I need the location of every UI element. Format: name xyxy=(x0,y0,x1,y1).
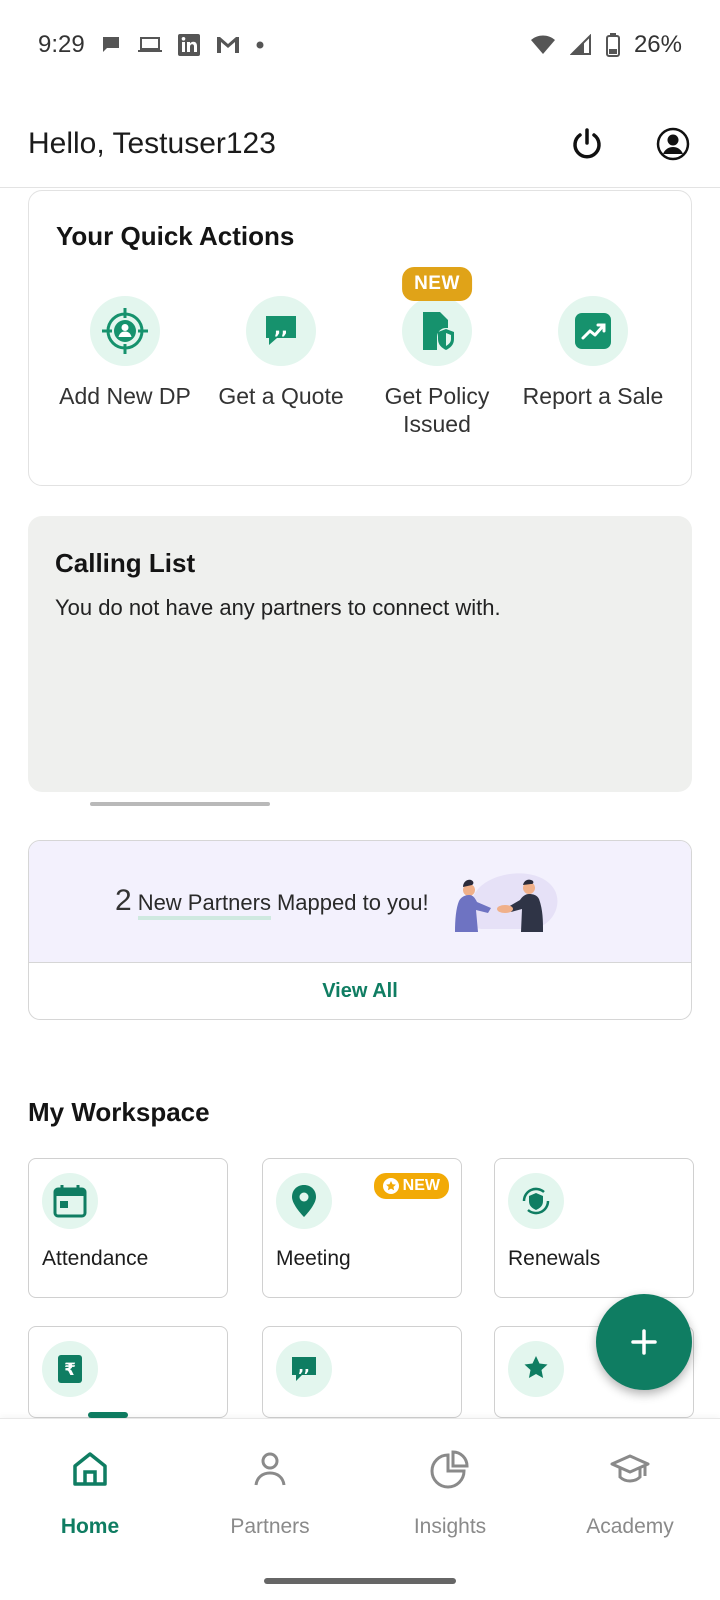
profile-button[interactable] xyxy=(654,125,692,163)
quick-action-label: Get a Quote xyxy=(218,383,344,409)
person-icon xyxy=(254,1452,286,1486)
quote-bubble-icon: ,, xyxy=(246,296,316,366)
calling-list-card: Calling List You do not have any partner… xyxy=(28,516,692,792)
location-pin-icon xyxy=(276,1173,332,1229)
workspace-tile-renewals[interactable]: Renewals xyxy=(494,1158,694,1298)
view-all-button[interactable]: View All xyxy=(29,963,691,1019)
nav-item-academy[interactable]: Academy xyxy=(540,1419,720,1600)
new-partners-card: 2 New Partners Mapped to you! View All xyxy=(28,840,692,1020)
svg-text:₹: ₹ xyxy=(64,1360,76,1380)
signal-icon xyxy=(569,34,592,56)
add-fab-button[interactable] xyxy=(596,1294,692,1390)
notification-dot-icon xyxy=(255,40,265,50)
nav-item-partners[interactable]: Partners xyxy=(180,1419,360,1600)
chat-icon xyxy=(99,33,123,57)
power-button[interactable] xyxy=(568,125,606,163)
new-partners-text: 2 New Partners Mapped to you! xyxy=(115,884,429,920)
new-badge-label: NEW xyxy=(402,1177,440,1194)
header-actions xyxy=(568,125,692,163)
quote-bubble-icon: ,, xyxy=(276,1341,332,1397)
workspace-title: My Workspace xyxy=(28,1097,210,1127)
quick-action-report-a-sale[interactable]: Report a Sale xyxy=(515,296,671,438)
workspace-tile-label: Attendance xyxy=(42,1247,149,1270)
trending-up-icon xyxy=(558,296,628,366)
power-icon xyxy=(573,127,601,158)
workspace-tile-claims[interactable]: ₹ xyxy=(28,1326,228,1418)
wifi-icon xyxy=(530,34,556,56)
workspace-tile-label: Renewals xyxy=(508,1247,601,1270)
svg-text:,,: ,, xyxy=(298,1358,309,1376)
workspace-tile-label: Meeting xyxy=(276,1247,351,1270)
new-partners-banner[interactable]: 2 New Partners Mapped to you! xyxy=(29,841,691,963)
target-user-icon xyxy=(90,296,160,366)
account-circle-icon xyxy=(656,127,690,160)
star-icon xyxy=(382,1178,399,1194)
nav-label: Academy xyxy=(586,1515,674,1538)
renew-shield-icon xyxy=(508,1173,564,1229)
svg-text:,,: ,, xyxy=(274,318,288,339)
new-partners-count: 2 xyxy=(115,883,132,917)
quick-actions-title: Your Quick Actions xyxy=(56,221,295,251)
gmail-icon xyxy=(215,34,241,56)
carousel-scroll-indicator xyxy=(90,802,270,806)
graduation-cap-icon xyxy=(610,1454,650,1483)
home-icon xyxy=(73,1452,107,1486)
nav-label: Partners xyxy=(230,1515,310,1538)
laptop-icon xyxy=(137,34,163,56)
calendar-icon xyxy=(42,1173,98,1229)
quick-action-label: Get Policy Issued xyxy=(384,383,490,437)
quick-action-get-a-quote[interactable]: ,, Get a Quote xyxy=(203,296,359,438)
app-header: Hello, Testuser123 xyxy=(0,100,720,188)
status-left: 9:29 xyxy=(38,31,265,59)
calling-list-message: You do not have any partners to connect … xyxy=(55,595,501,620)
status-time: 9:29 xyxy=(38,31,85,58)
nav-item-insights[interactable]: Insights xyxy=(360,1419,540,1600)
new-partners-highlight: New Partners xyxy=(137,890,271,920)
calling-list-title: Calling List xyxy=(55,548,196,578)
new-partners-rest: Mapped to you! xyxy=(276,889,429,915)
new-badge: NEW xyxy=(402,267,472,301)
nav-label: Home xyxy=(60,1515,120,1538)
linkedin-icon xyxy=(177,33,201,57)
workspace-tile-attendance[interactable]: Attendance xyxy=(28,1158,228,1298)
gesture-bar[interactable] xyxy=(264,1578,456,1584)
quick-action-get-policy-issued[interactable]: NEW Get Policy Issued xyxy=(359,267,515,438)
quick-action-label: Report a Sale xyxy=(522,383,664,409)
quick-actions-card: Your Quick Actions Add New DP ,, Get a Q… xyxy=(28,190,692,486)
greeting: Hello, Testuser123 xyxy=(28,126,276,160)
status-right: 26% xyxy=(530,31,682,59)
bottom-navigation: Home Partners Insights Academy xyxy=(0,1418,720,1600)
workspace-tile-meeting[interactable]: NEW Meeting xyxy=(262,1158,462,1298)
new-badge: NEW xyxy=(373,1173,449,1199)
plus-icon xyxy=(631,1329,657,1355)
battery-percent: 26% xyxy=(633,31,682,58)
nav-label: Insights xyxy=(413,1515,487,1538)
handshake-illustration xyxy=(454,872,558,932)
quick-action-label: Add New DP xyxy=(59,383,191,409)
battery-icon xyxy=(605,33,620,57)
star-person-icon xyxy=(508,1341,564,1397)
rupee-document-icon: ₹ xyxy=(42,1341,98,1397)
quick-action-add-new-dp[interactable]: Add New DP xyxy=(47,296,203,438)
quick-actions-row: Add New DP ,, Get a Quote NEW Get Policy… xyxy=(29,267,691,438)
policy-shield-icon xyxy=(402,296,472,366)
workspace-tile-quotes[interactable]: ,, xyxy=(262,1326,462,1418)
nav-item-home[interactable]: Home xyxy=(0,1419,180,1600)
pie-chart-icon xyxy=(430,1450,469,1489)
status-bar: 9:29 26% xyxy=(0,0,720,90)
